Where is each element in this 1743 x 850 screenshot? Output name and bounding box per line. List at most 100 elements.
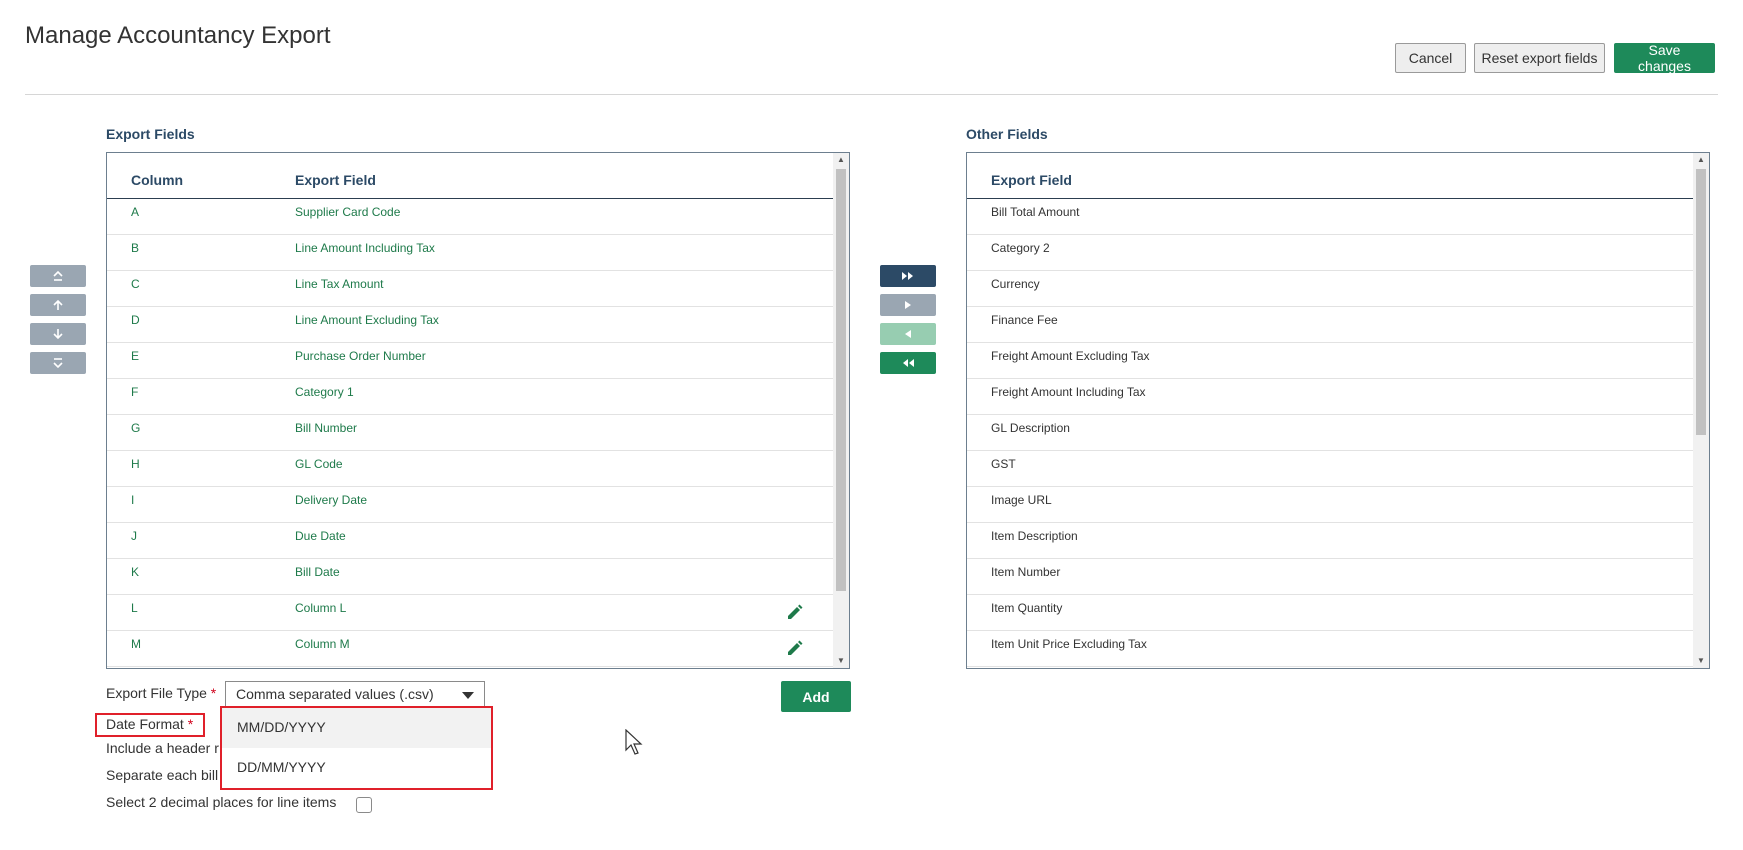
export-field-row[interactable]: A Supplier Card Code (107, 199, 833, 235)
export-field-name: Line Tax Amount (295, 277, 384, 291)
export-field-row[interactable]: C Line Tax Amount (107, 271, 833, 307)
export-field-row[interactable]: D Line Amount Excluding Tax (107, 307, 833, 343)
other-field-row[interactable]: Item Unit Price Excluding Tax (967, 631, 1693, 667)
decimal-places-checkbox[interactable] (356, 797, 372, 813)
other-field-name: Category 2 (991, 241, 1050, 255)
date-option-dd-mm-yyyy[interactable]: DD/MM/YYYY (222, 748, 491, 788)
move-to-bottom-button[interactable] (30, 352, 86, 374)
export-field-name: Bill Date (295, 565, 340, 579)
export-scroll-thumb[interactable] (836, 169, 846, 591)
column-letter: I (131, 493, 135, 507)
other-field-row[interactable]: GL Description (967, 415, 1693, 451)
other-field-row[interactable]: Item Quantity (967, 595, 1693, 631)
column-letter: L (131, 601, 138, 615)
add-button[interactable]: Add (781, 681, 851, 712)
date-format-label: Date Format * (106, 716, 194, 732)
export-scrollbar[interactable]: ▲ ▼ (833, 153, 849, 668)
column-letter: G (131, 421, 141, 435)
other-fields-title: Other Fields (966, 126, 1048, 142)
export-field-row[interactable]: E Purchase Order Number (107, 343, 833, 379)
header-divider (25, 94, 1718, 95)
decimal-places-label: Select 2 decimal places for line items (106, 794, 337, 810)
column-letter: J (131, 529, 137, 543)
column-letter: E (131, 349, 140, 363)
page-title: Manage Accountancy Export (25, 22, 331, 49)
other-field-row[interactable]: Freight Amount Excluding Tax (967, 343, 1693, 379)
export-field-name: Due Date (295, 529, 346, 543)
export-field-header: Export Field (295, 172, 376, 188)
export-file-type-value: Comma separated values (.csv) (236, 686, 434, 702)
export-field-name: Line Amount Excluding Tax (295, 313, 439, 327)
column-letter: D (131, 313, 140, 327)
export-field-row[interactable]: I Delivery Date (107, 487, 833, 523)
scroll-up-arrow-icon[interactable]: ▲ (833, 153, 849, 167)
move-all-left-button[interactable] (880, 352, 936, 374)
double-chevron-up-icon (53, 270, 63, 281)
cancel-button[interactable]: Cancel (1395, 43, 1466, 73)
caret-down-icon (462, 692, 474, 699)
other-field-name: GL Description (991, 421, 1070, 435)
other-field-name: Item Number (991, 565, 1061, 579)
arrow-down-icon (53, 329, 63, 340)
move-left-button[interactable] (880, 323, 936, 345)
other-field-row[interactable]: Category 2 (967, 235, 1693, 271)
other-fields-table: Export Field Bill Total Amount Category 2… (966, 152, 1710, 669)
date-format-dropdown: MM/DD/YYYY DD/MM/YYYY (220, 706, 493, 790)
export-field-name: Delivery Date (295, 493, 368, 507)
export-table-header: Column Export Field (107, 153, 833, 199)
other-field-row[interactable]: Image URL (967, 487, 1693, 523)
export-field-row[interactable]: K Bill Date (107, 559, 833, 595)
other-scroll-thumb[interactable] (1696, 169, 1706, 435)
date-option-mm-dd-yyyy[interactable]: MM/DD/YYYY (222, 708, 491, 748)
other-field-row[interactable]: Item Number (967, 559, 1693, 595)
export-field-row[interactable]: J Due Date (107, 523, 833, 559)
move-down-button[interactable] (30, 323, 86, 345)
export-field-row[interactable]: G Bill Number (107, 415, 833, 451)
scroll-down-arrow-icon[interactable]: ▼ (1693, 654, 1709, 668)
export-field-name: Bill Number (295, 421, 358, 435)
other-field-row[interactable]: Freight Amount Including Tax (967, 379, 1693, 415)
arrow-up-icon (53, 299, 63, 310)
edit-pencil-icon[interactable] (785, 602, 805, 622)
other-scrollbar[interactable]: ▲ ▼ (1693, 153, 1709, 668)
column-letter: K (131, 565, 140, 579)
other-field-row[interactable]: GST (967, 451, 1693, 487)
scroll-down-arrow-icon[interactable]: ▼ (833, 654, 849, 668)
export-field-name: Column M (295, 637, 350, 651)
move-right-button[interactable] (880, 294, 936, 316)
export-field-row[interactable]: F Category 1 (107, 379, 833, 415)
other-field-row[interactable]: Bill Total Amount (967, 199, 1693, 235)
export-field-name: Column L (295, 601, 347, 615)
other-field-name: Item Quantity (991, 601, 1063, 615)
export-field-row[interactable]: H GL Code (107, 451, 833, 487)
export-fields-title: Export Fields (106, 126, 195, 142)
double-play-left-icon (903, 359, 914, 367)
move-up-button[interactable] (30, 294, 86, 316)
column-letter: F (131, 385, 139, 399)
export-field-row[interactable]: L Column L (107, 595, 833, 631)
column-letter: H (131, 457, 140, 471)
include-header-row-label: Include a header r (106, 740, 219, 756)
edit-pencil-icon[interactable] (785, 638, 805, 658)
export-field-name: GL Code (295, 457, 343, 471)
other-field-name: Freight Amount Excluding Tax (991, 349, 1150, 363)
move-all-right-button[interactable] (880, 265, 936, 287)
column-letter: B (131, 241, 140, 255)
export-field-row[interactable]: M Column M (107, 631, 833, 667)
reset-export-fields-button[interactable]: Reset export fields (1474, 43, 1605, 73)
save-changes-button[interactable]: Save changes (1614, 42, 1715, 74)
other-field-row[interactable]: Item Description (967, 523, 1693, 559)
separate-each-bill-label: Separate each bill (106, 767, 219, 783)
export-file-type-select[interactable]: Comma separated values (.csv) (225, 681, 485, 707)
play-right-icon (905, 301, 911, 309)
export-fields-table: Column Export Field A Supplier Card Code B… (106, 152, 850, 669)
other-field-row[interactable]: Finance Fee (967, 307, 1693, 343)
export-field-row[interactable]: B Line Amount Including Tax (107, 235, 833, 271)
scroll-up-arrow-icon[interactable]: ▲ (1693, 153, 1709, 167)
other-field-row[interactable]: Currency (967, 271, 1693, 307)
double-play-right-icon (902, 272, 913, 280)
column-letter: M (131, 637, 141, 651)
other-table-header: Export Field (967, 153, 1693, 199)
other-field-name: Bill Total Amount (991, 205, 1080, 219)
move-to-top-button[interactable] (30, 265, 86, 287)
